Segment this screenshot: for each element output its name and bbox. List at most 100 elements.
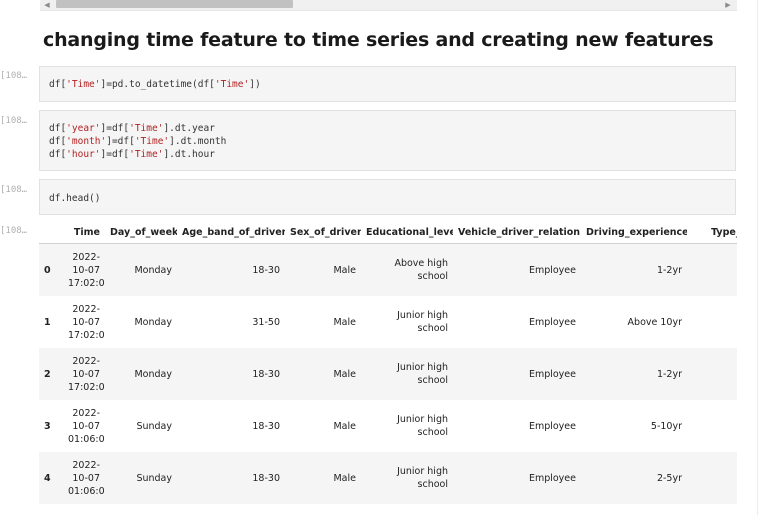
column-header: Educational_level (361, 221, 453, 244)
column-header: Day_of_week (105, 221, 177, 244)
dataframe-table: Time Day_of_week Age_band_of_driver Sex_of_… (39, 221, 737, 504)
column-header: Age_band_of_driver (177, 221, 285, 244)
row-index: 4 (44, 472, 51, 484)
markdown-heading: changing time feature to time series and… (43, 29, 714, 51)
code-token: ].dt.year (163, 123, 215, 134)
table-cell: 2022-10-0701:06:00 (68, 459, 105, 497)
table-row: 1 2022-10-0717:02:00 Monday 31-50 Male Junior… (39, 296, 737, 348)
table-cell: 5-10yr (650, 420, 682, 432)
column-header (39, 221, 63, 244)
table-cell: Junior high school (397, 310, 448, 334)
table-cell: 1-2yr (656, 368, 682, 380)
row-index: 0 (44, 264, 51, 276)
table-cell: Employee (528, 420, 576, 432)
table-cell: Public (s (687, 400, 737, 452)
table-cell: Sunday (136, 420, 172, 432)
table-cell: Above 10yr (627, 316, 682, 328)
table-cell (687, 452, 737, 504)
table-cell: 18-30 (252, 420, 280, 432)
horizontal-scrollbar[interactable]: ◀ ▶ (40, 0, 737, 11)
table-row: 0 2022-10-0717:02:00 Monday 18-30 Male Above … (39, 243, 737, 297)
table-row: 2 2022-10-0717:02:00 Monday 18-30 Male Junior… (39, 348, 737, 400)
table-cell: Junior high school (397, 362, 448, 386)
vertical-scrollbar[interactable] (757, 0, 774, 515)
table-cell: Junior high school (397, 414, 448, 438)
code-cell[interactable]: df['Time']=pd.to_datetime(df['Time']) (39, 66, 736, 102)
table-cell: Public (s (687, 296, 737, 348)
row-index: 3 (44, 420, 51, 432)
code-token: ]=df[ (100, 149, 130, 160)
table-cell: Employee (528, 368, 576, 380)
code-token: ]=df[ (100, 123, 130, 134)
code-token: ]=pd.to_datetime(df[ (100, 79, 215, 90)
table-cell: Sunday (136, 472, 172, 484)
table-cell: Lorry (41?1 (687, 348, 737, 400)
code-string: 'Time' (66, 79, 101, 90)
code-line: df.head() (49, 192, 726, 205)
code-line: df['hour']=df['Time'].dt.hour (49, 148, 726, 161)
code-token: df.head() (49, 193, 101, 204)
table-cell: 31-50 (252, 316, 280, 328)
table-cell: Monday (134, 264, 172, 276)
code-cell[interactable]: df.head() (39, 179, 736, 215)
code-string: 'Time' (129, 123, 164, 134)
table-cell: Monday (134, 368, 172, 380)
table-cell: 18-30 (252, 368, 280, 380)
table-cell: Junior high school (397, 466, 448, 490)
cell-prompt: [108… (0, 71, 28, 81)
table-cell: Employee (528, 264, 576, 276)
code-token: ]=df[ (106, 136, 135, 147)
table-cell: Male (333, 316, 356, 328)
code-string: 'Time' (214, 79, 250, 90)
code-line: df['month']=df['Time'].dt.month (49, 135, 726, 148)
column-header: Vehicle_driver_relation (453, 221, 581, 244)
code-token: df[ (49, 79, 67, 90)
scroll-right-arrow-icon[interactable]: ▶ (723, 0, 733, 10)
code-token: ]) (249, 79, 261, 90)
table-cell: 2-5yr (656, 472, 682, 484)
code-token: ].dt.hour (163, 149, 215, 160)
column-header: Sex_of_driver (285, 221, 361, 244)
table-row: 3 2022-10-0701:06:00 Sunday 18-30 Male Junior… (39, 400, 737, 452)
table-cell: Employee (528, 472, 576, 484)
table-cell: Male (333, 420, 356, 432)
table-cell: Male (333, 264, 356, 276)
code-token: ].dt.month (169, 136, 227, 147)
code-string: 'month' (66, 136, 107, 147)
column-header: Type_of_vehicle (687, 221, 737, 244)
table-cell: 2022-10-0701:06:00 (68, 407, 105, 445)
table-cell: 2022-10-0717:02:00 (68, 355, 105, 393)
code-string: 'year' (66, 123, 101, 134)
cell-prompt: [108… (0, 116, 28, 126)
table-row: 4 2022-10-0701:06:00 Sunday 18-30 Male Junior… (39, 452, 737, 504)
column-header: Driving_experience (581, 221, 687, 244)
table-cell: Employee (528, 316, 576, 328)
code-line: df['year']=df['Time'].dt.year (49, 122, 726, 135)
table-cell: 18-30 (252, 264, 280, 276)
code-string: 'Time' (129, 149, 164, 160)
code-string: 'Time' (134, 136, 170, 147)
table-cell: Male (333, 368, 356, 380)
code-string: 'hour' (66, 149, 101, 160)
code-token: df[ (49, 136, 67, 147)
row-index: 1 (44, 316, 51, 328)
scrollbar-thumb[interactable] (56, 0, 293, 8)
code-token: df[ (49, 123, 67, 134)
output-prompt: [108… (0, 226, 28, 236)
table-cell: 2022-10-0717:02:00 (68, 303, 105, 341)
table-cell: 2022-10-0717:02:00 (68, 251, 105, 289)
scroll-left-arrow-icon[interactable]: ◀ (42, 0, 52, 10)
table-cell: Above high school (394, 258, 448, 282)
code-token: df[ (49, 149, 67, 160)
row-index: 2 (44, 368, 51, 380)
table-cell: Monday (134, 316, 172, 328)
table-cell: 18-30 (252, 472, 280, 484)
code-line: df['Time']=pd.to_datetime(df['Time']) (49, 78, 726, 91)
dataframe-output: Time Day_of_week Age_band_of_driver Sex_of_… (39, 221, 737, 515)
column-header: Time (63, 221, 105, 244)
cell-prompt: [108… (0, 185, 28, 195)
table-cell: 1-2yr (656, 264, 682, 276)
table-cell: Male (333, 472, 356, 484)
code-cell[interactable]: df['year']=df['Time'].dt.year df['month']… (39, 110, 736, 171)
table-cell: Autom (687, 244, 737, 297)
